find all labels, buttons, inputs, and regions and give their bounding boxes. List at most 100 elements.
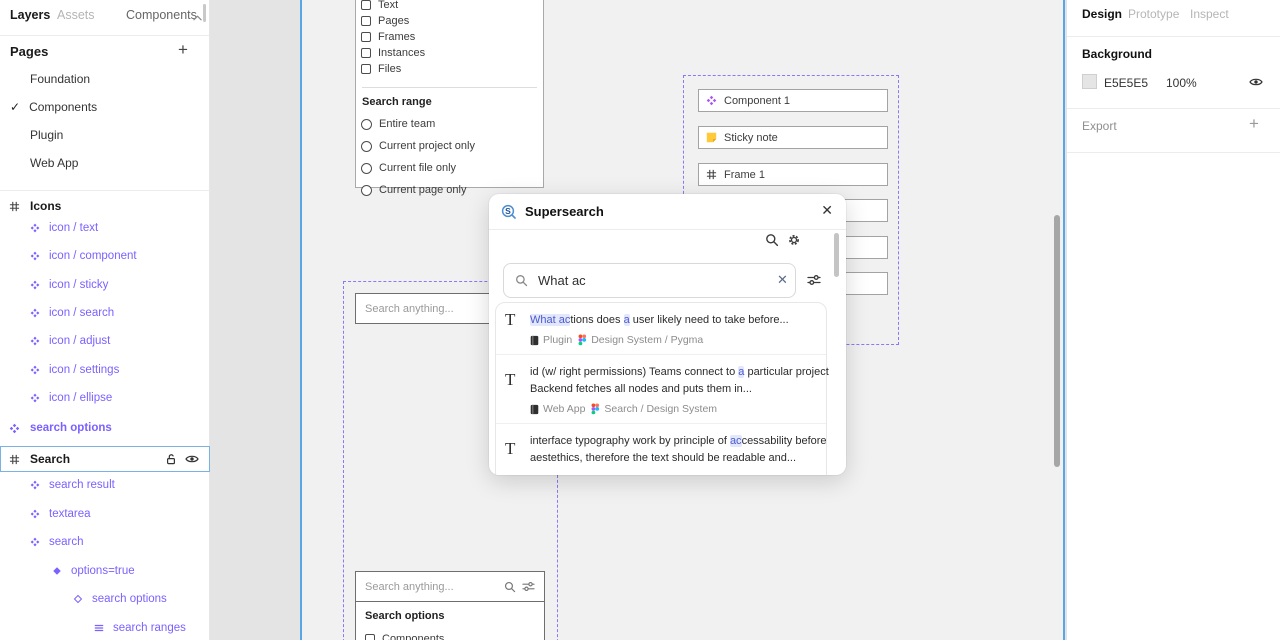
divider bbox=[362, 87, 537, 88]
canvas-radio-row[interactable]: Current project only bbox=[361, 138, 543, 154]
canvas-checkbox-row[interactable]: Frames bbox=[361, 29, 543, 45]
layer-icon-settings[interactable]: icon / settings bbox=[0, 360, 210, 380]
checkbox-label: Components bbox=[382, 633, 445, 640]
layer-icon-component[interactable]: icon / component bbox=[0, 246, 210, 266]
canvas-checkbox-row[interactable]: Files bbox=[361, 61, 543, 77]
eye-icon[interactable] bbox=[1249, 77, 1263, 87]
background-opacity-value[interactable]: 100% bbox=[1166, 76, 1197, 90]
layer-variant-options-true[interactable]: options=true bbox=[0, 561, 210, 581]
layer-instance-search-options[interactable]: search options bbox=[0, 589, 210, 609]
checkbox[interactable] bbox=[365, 634, 375, 640]
canvas-scrollbar[interactable] bbox=[1054, 215, 1060, 467]
layer-label: icon / adjust bbox=[49, 335, 111, 347]
layer-icon-sticky[interactable]: icon / sticky bbox=[0, 275, 210, 295]
page-label: Foundation bbox=[30, 72, 91, 86]
component-icon bbox=[30, 308, 40, 318]
search-icon[interactable] bbox=[765, 233, 779, 247]
lock-open-icon[interactable] bbox=[165, 453, 177, 465]
layer-frame-search-selected[interactable]: Search bbox=[0, 446, 210, 472]
sidebar-frame-icons[interactable]: Icons bbox=[0, 196, 210, 216]
checkbox[interactable] bbox=[361, 64, 371, 74]
filters-icon[interactable] bbox=[807, 274, 821, 286]
canvas-checkbox-row[interactable]: Pages bbox=[361, 13, 543, 29]
supersearch-query-input[interactable] bbox=[503, 263, 796, 298]
active-page-check-icon: ✓ bbox=[10, 100, 21, 114]
eye-icon[interactable] bbox=[185, 454, 199, 464]
canvas-row-component-1[interactable]: Component 1 bbox=[698, 89, 888, 112]
modal-title: Supersearch bbox=[525, 204, 604, 219]
clear-input-icon[interactable]: ✕ bbox=[777, 272, 788, 288]
settings-gear-icon[interactable] bbox=[787, 233, 801, 247]
sidebar-page-plugin[interactable]: Plugin bbox=[0, 125, 210, 145]
canvas-row-frame-1[interactable]: Frame 1 bbox=[698, 163, 888, 186]
search-result-item[interactable]: T What actions does a user likely need t… bbox=[496, 303, 826, 355]
layer-label: search bbox=[49, 536, 84, 548]
layer-search[interactable]: search bbox=[0, 532, 210, 552]
tab-assets[interactable]: Assets bbox=[57, 8, 95, 22]
canvas-checkbox-row[interactable]: Instances bbox=[361, 45, 543, 61]
component-icon bbox=[30, 365, 40, 375]
chevron-up-icon[interactable] bbox=[193, 15, 202, 21]
page-label: Components bbox=[29, 100, 98, 114]
layer-icon-adjust[interactable]: icon / adjust bbox=[0, 331, 210, 351]
sidebar-page-foundation[interactable]: Foundation bbox=[0, 69, 210, 89]
component-icon bbox=[30, 480, 40, 490]
page-icon bbox=[530, 404, 539, 415]
divider bbox=[1067, 152, 1280, 153]
close-icon[interactable]: ✕ bbox=[821, 203, 833, 217]
canvas-radio-row[interactable]: Current file only bbox=[361, 160, 543, 176]
sidebar-page-components[interactable]: ✓ Components bbox=[0, 97, 210, 117]
sidebar-page-web-app[interactable]: Web App bbox=[0, 153, 210, 173]
supersearch-modal: Supersearch ✕ ✕ T What actions does a us… bbox=[489, 194, 846, 475]
layer-textarea[interactable]: textarea bbox=[0, 504, 210, 524]
background-hex-value[interactable]: E5E5E5 bbox=[1104, 76, 1148, 90]
canvas-checkbox-row[interactable]: Text bbox=[361, 0, 543, 13]
result-text-segment: user likely need to take before... bbox=[629, 314, 789, 326]
checkbox[interactable] bbox=[361, 32, 371, 42]
canvas-checkbox-row[interactable]: Components bbox=[365, 631, 544, 640]
layer-icon-text[interactable]: icon / text bbox=[0, 218, 210, 238]
search-icon bbox=[504, 581, 516, 593]
sidebar-scrollbar[interactable] bbox=[203, 4, 206, 22]
modal-scrollbar[interactable] bbox=[834, 233, 839, 277]
layer-search-result[interactable]: search result bbox=[0, 475, 210, 495]
background-section-title: Background bbox=[1082, 47, 1153, 61]
tab-layers[interactable]: Layers bbox=[10, 8, 50, 22]
search-result-item[interactable]: T id (w/ right permissions) Teams connec… bbox=[496, 355, 829, 424]
component-icon bbox=[30, 393, 40, 403]
radio-button[interactable] bbox=[361, 140, 372, 152]
layer-label: icon / settings bbox=[49, 364, 120, 376]
figma-file-icon bbox=[591, 403, 600, 415]
layer-search-ranges[interactable]: search ranges bbox=[0, 618, 210, 638]
text-layer-icon: T bbox=[505, 370, 516, 389]
radio-button[interactable] bbox=[361, 184, 372, 196]
layer-icon-search[interactable]: icon / search bbox=[0, 303, 210, 323]
add-page-button[interactable]: + bbox=[178, 40, 188, 60]
canvas-radio-row[interactable]: Entire team bbox=[361, 116, 543, 132]
checkbox[interactable] bbox=[361, 48, 371, 58]
component-icon bbox=[30, 251, 40, 261]
checkbox[interactable] bbox=[361, 16, 371, 26]
canvas-row-sticky-note[interactable]: Sticky note bbox=[698, 126, 888, 149]
search-result-item[interactable]: T interface typography work by principle… bbox=[496, 424, 827, 475]
checkbox-label: Text bbox=[378, 0, 399, 11]
canvas-frame-search-options[interactable]: Text Pages Frames Instances Files Search… bbox=[355, 0, 544, 196]
add-export-button[interactable]: + bbox=[1249, 114, 1259, 134]
page-section-dropdown[interactable]: Components bbox=[126, 8, 197, 22]
modal-header: Supersearch ✕ bbox=[489, 194, 846, 230]
tab-design[interactable]: Design bbox=[1082, 7, 1122, 21]
tab-inspect[interactable]: Inspect bbox=[1190, 7, 1229, 21]
pages-title: Pages bbox=[10, 43, 49, 59]
layer-search-options-component[interactable]: search options bbox=[0, 418, 210, 438]
sticky-note-icon bbox=[706, 132, 717, 143]
background-color-swatch[interactable] bbox=[1082, 74, 1097, 89]
radio-button[interactable] bbox=[361, 162, 372, 174]
result-text-segment: id (w/ right permissions) Teams connect … bbox=[530, 366, 739, 378]
tab-prototype[interactable]: Prototype bbox=[1128, 7, 1179, 21]
canvas-search-input-bottom[interactable]: Search anything... bbox=[355, 571, 545, 602]
layer-label: icon / sticky bbox=[49, 279, 109, 291]
layer-icon-ellipse[interactable]: icon / ellipse bbox=[0, 388, 210, 408]
radio-button[interactable] bbox=[361, 118, 372, 130]
layer-label: options=true bbox=[71, 565, 135, 577]
checkbox[interactable] bbox=[361, 0, 371, 10]
